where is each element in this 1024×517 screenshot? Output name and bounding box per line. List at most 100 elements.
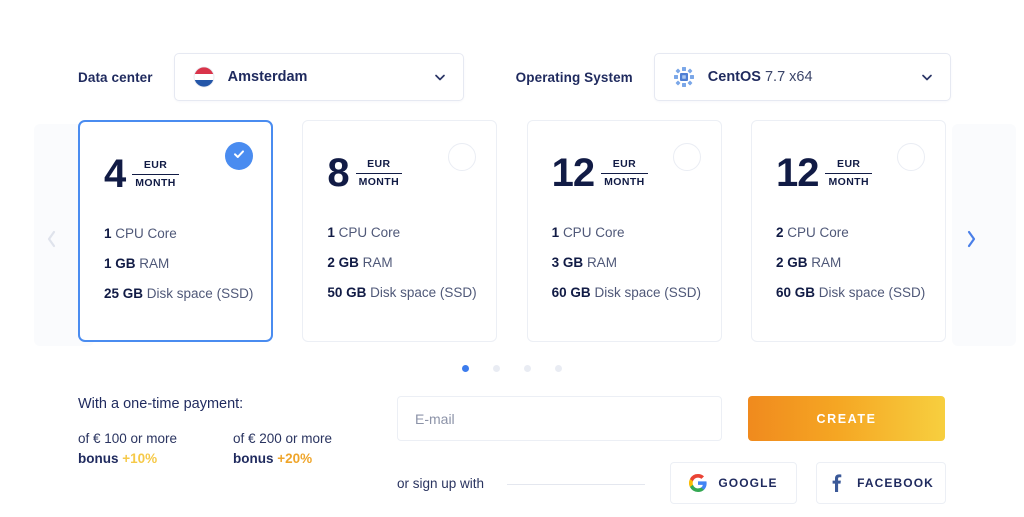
google-g-icon bbox=[689, 474, 708, 492]
plan-spec-ram: 1 GB RAM bbox=[104, 256, 271, 271]
plan-card[interactable]: 12 EUR MONTH 1 CPU Core 3 GB RAM 60 GB D… bbox=[526, 120, 722, 342]
plan-currency: EUR bbox=[825, 157, 872, 174]
plan-specs: 2 CPU Core 2 GB RAM 60 GB Disk space (SS… bbox=[776, 225, 945, 300]
check-icon bbox=[232, 147, 246, 166]
payment-title: With a one-time payment: bbox=[78, 396, 244, 412]
plan-price-unit: EUR MONTH bbox=[825, 157, 872, 188]
os-name: CentOS bbox=[707, 69, 761, 85]
carousel-next-button[interactable] bbox=[960, 228, 982, 254]
bonus-tiers: of € 100 or more bonus +10% of € 200 or … bbox=[78, 431, 388, 466]
plan-ram-label: RAM bbox=[362, 255, 393, 270]
plan-ram-value: 3 GB bbox=[551, 255, 584, 270]
plan-cpu-value: 1 bbox=[551, 225, 560, 240]
plan-period: MONTH bbox=[135, 176, 176, 189]
plans-carousel: 4 EUR MONTH 1 CPU Core 1 GB RAM 25 GB Di… bbox=[0, 120, 1024, 350]
plan-radio[interactable] bbox=[672, 143, 701, 171]
plan-spec-ram: 2 GB RAM bbox=[327, 255, 496, 270]
configuration-selectors: Data center Amsterdam Operating System C… bbox=[78, 53, 951, 101]
plan-spec-cpu: 1 CPU Core bbox=[552, 225, 721, 240]
plan-spec-disk: 50 GB Disk space (SSD) bbox=[327, 285, 496, 300]
social-signup-row: or sign up with GOOGLE FACEBOOK bbox=[397, 462, 947, 504]
plan-card[interactable]: 12 EUR MONTH 2 CPU Core 2 GB RAM 60 GB D… bbox=[750, 120, 946, 342]
facebook-f-icon bbox=[828, 474, 846, 492]
plan-disk-value: 50 GB bbox=[327, 285, 367, 300]
plan-radio[interactable] bbox=[896, 143, 925, 171]
plan-price-unit: EUR MONTH bbox=[601, 157, 648, 188]
chevron-down-icon bbox=[433, 70, 447, 84]
plan-ram-label: RAM bbox=[139, 256, 170, 271]
plan-disk-label: Disk space (SSD) bbox=[818, 285, 926, 300]
datacenter-value-text: Amsterdam bbox=[227, 69, 308, 85]
plan-ram-value: 2 GB bbox=[327, 255, 359, 270]
datacenter-selector-group: Data center Amsterdam bbox=[78, 53, 464, 101]
plan-spec-ram: 2 GB RAM bbox=[776, 255, 945, 270]
plan-specs: 1 CPU Core 2 GB RAM 50 GB Disk space (SS… bbox=[327, 225, 496, 300]
carousel-dot[interactable] bbox=[493, 365, 500, 372]
plan-cpu-value: 1 bbox=[104, 226, 112, 241]
plan-disk-label: Disk space (SSD) bbox=[594, 285, 701, 300]
os-dropdown[interactable]: CentOS 7.7 x64 bbox=[653, 53, 951, 101]
plan-card-list: 4 EUR MONTH 1 CPU Core 1 GB RAM 25 GB Di… bbox=[78, 120, 946, 346]
plan-card[interactable]: 4 EUR MONTH 1 CPU Core 1 GB RAM 25 GB Di… bbox=[78, 120, 273, 342]
plan-spec-cpu: 1 CPU Core bbox=[104, 226, 271, 241]
google-signup-button[interactable]: GOOGLE bbox=[670, 462, 797, 504]
bonus-percent: +10% bbox=[122, 451, 158, 466]
bonus-tier: of € 100 or more bonus +10% bbox=[78, 431, 233, 466]
os-version: 7.7 x64 bbox=[764, 69, 813, 85]
plan-price-unit: EUR MONTH bbox=[355, 157, 403, 188]
plan-spec-cpu: 1 CPU Core bbox=[327, 225, 496, 240]
carousel-dot[interactable] bbox=[524, 365, 531, 372]
chevron-down-icon bbox=[920, 70, 934, 84]
datacenter-dropdown[interactable]: Amsterdam bbox=[173, 53, 464, 101]
email-input[interactable] bbox=[397, 396, 722, 441]
bonus-threshold: of € 200 or more bbox=[233, 431, 333, 446]
plan-ram-value: 2 GB bbox=[775, 255, 808, 270]
carousel-dot[interactable] bbox=[555, 365, 562, 372]
plan-cpu-label: CPU Core bbox=[338, 225, 401, 240]
bonus-percent: +20% bbox=[277, 451, 313, 466]
plan-spec-cpu: 2 CPU Core bbox=[776, 225, 945, 240]
plan-period: MONTH bbox=[828, 175, 869, 188]
plan-disk-label: Disk space (SSD) bbox=[370, 285, 477, 300]
google-button-label: GOOGLE bbox=[718, 476, 778, 490]
carousel-pagination bbox=[0, 365, 1024, 372]
netherlands-flag-icon bbox=[193, 66, 215, 88]
plan-disk-value: 60 GB bbox=[775, 285, 816, 300]
plan-ram-label: RAM bbox=[811, 255, 842, 270]
plan-selected-badge[interactable] bbox=[225, 142, 253, 170]
plan-cpu-value: 1 bbox=[327, 225, 335, 240]
facebook-button-label: FACEBOOK bbox=[857, 476, 934, 490]
plan-price-unit: EUR MONTH bbox=[132, 158, 179, 189]
plan-cpu-label: CPU Core bbox=[115, 226, 177, 241]
chevron-right-icon bbox=[964, 228, 979, 255]
carousel-dot[interactable] bbox=[462, 365, 469, 372]
plan-cpu-label: CPU Core bbox=[787, 225, 849, 240]
plan-specs: 1 CPU Core 3 GB RAM 60 GB Disk space (SS… bbox=[552, 225, 721, 300]
plan-price-amount: 12 bbox=[551, 151, 595, 195]
plan-ram-label: RAM bbox=[586, 255, 617, 270]
datacenter-value: Amsterdam bbox=[228, 69, 433, 85]
plan-spec-disk: 60 GB Disk space (SSD) bbox=[776, 285, 945, 300]
plan-spec-ram: 3 GB RAM bbox=[552, 255, 721, 270]
plan-disk-value: 60 GB bbox=[551, 285, 591, 300]
carousel-prev-button[interactable] bbox=[40, 228, 62, 254]
vps-configurator-page: Data center Amsterdam Operating System C… bbox=[0, 0, 1024, 517]
plan-cpu-label: CPU Core bbox=[562, 225, 625, 240]
plan-currency: EUR bbox=[132, 158, 179, 175]
facebook-signup-button[interactable]: FACEBOOK bbox=[816, 462, 946, 504]
bonus-tier: of € 200 or more bonus +20% bbox=[233, 431, 388, 466]
create-button[interactable]: CREATE bbox=[748, 396, 945, 441]
centos-logo-icon bbox=[673, 66, 695, 88]
bonus-label: bonus bbox=[233, 451, 274, 466]
os-selector-group: Operating System CentOS 7.7 x64 bbox=[516, 53, 951, 101]
plan-cpu-value: 2 bbox=[775, 225, 784, 240]
plan-currency: EUR bbox=[355, 157, 403, 174]
datacenter-label: Data center bbox=[78, 69, 153, 85]
plan-spec-disk: 60 GB Disk space (SSD) bbox=[552, 285, 721, 300]
plan-disk-value: 25 GB bbox=[104, 286, 144, 301]
plan-price-amount: 12 bbox=[775, 151, 819, 195]
os-label: Operating System bbox=[515, 69, 633, 85]
plan-spec-disk: 25 GB Disk space (SSD) bbox=[104, 286, 271, 301]
plan-card[interactable]: 8 EUR MONTH 1 CPU Core 2 GB RAM 50 GB Di… bbox=[302, 120, 498, 342]
plan-period: MONTH bbox=[358, 175, 400, 188]
